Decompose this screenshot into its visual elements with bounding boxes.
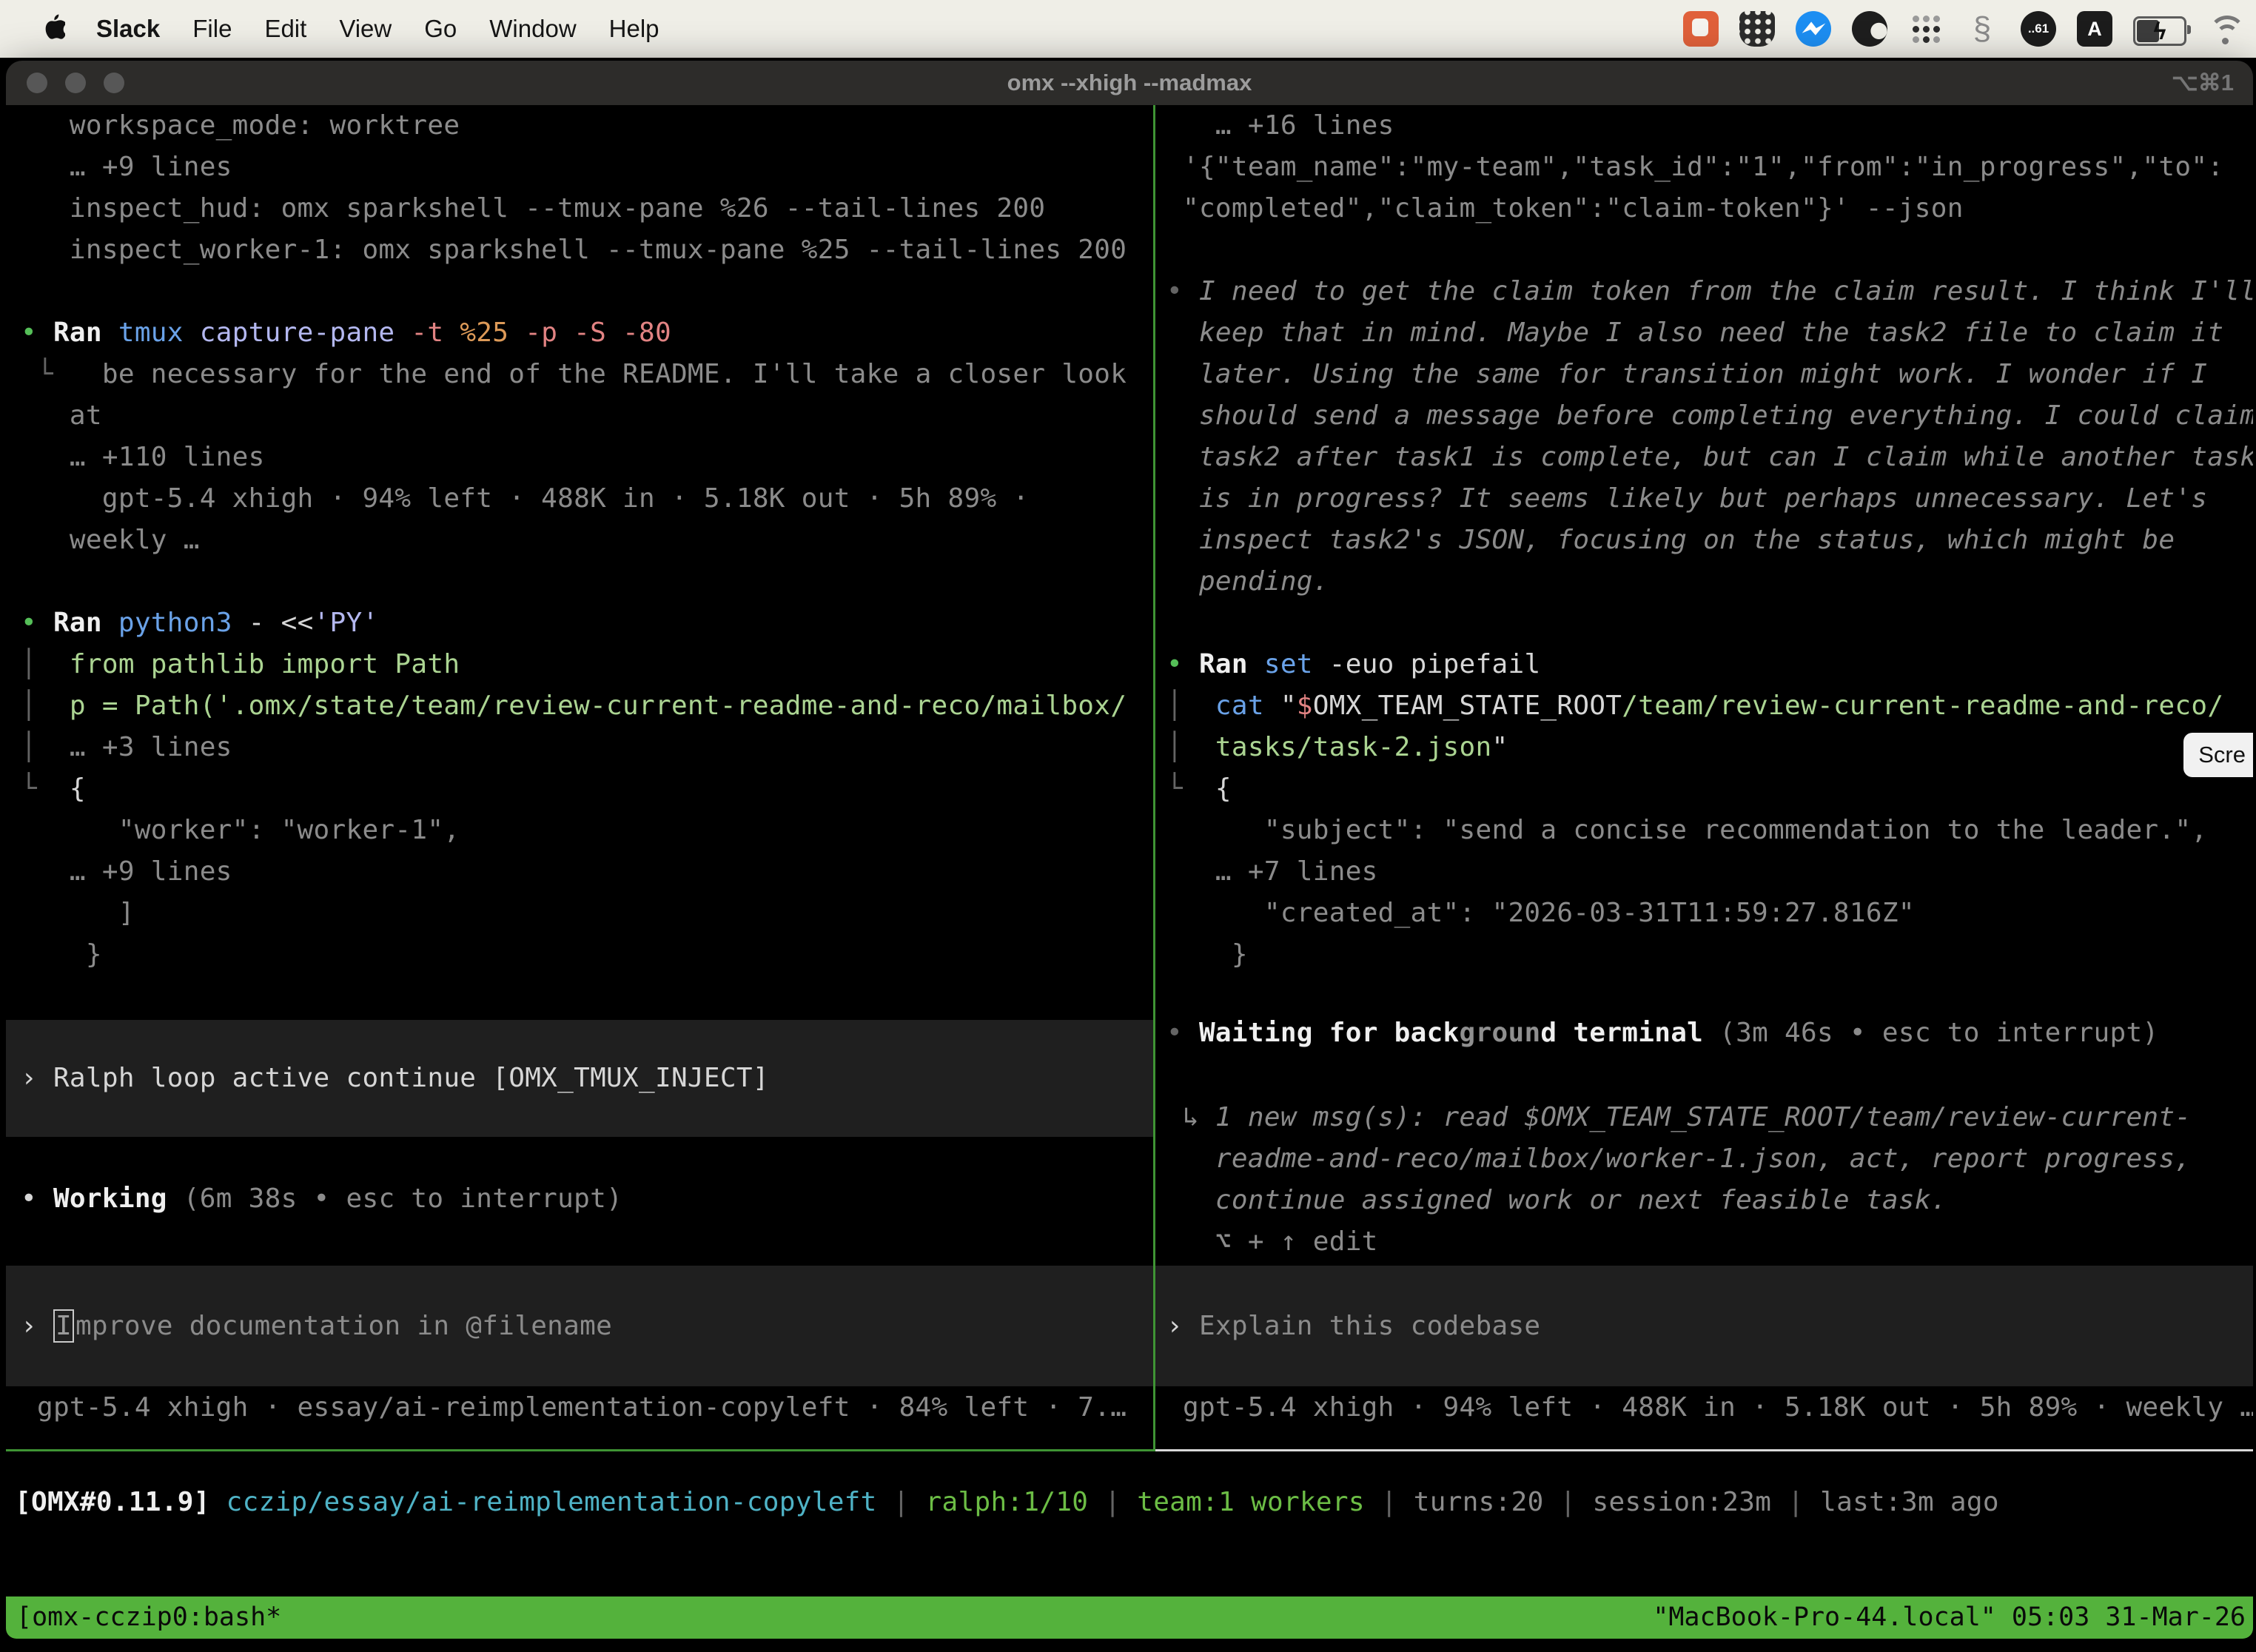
hud-session-status: gpt-5.4 xhigh · essay/ai-reimplementatio… [21, 1387, 1153, 1428]
hud-output: workspace_mode: worktree … +9 lines insp… [21, 105, 1153, 976]
pane-worker-1[interactable]: … +16 lines '{"team_name":"my-team","tas… [1155, 105, 2253, 1451]
waiting-status: • Waiting for background terminal (3m 46… [1166, 1013, 2253, 1054]
worker-output: … +16 lines '{"team_name":"my-team","tas… [1166, 105, 2253, 976]
dots-grid-icon[interactable] [1908, 11, 1944, 47]
ralph-loop-banner: › Ralph loop active continue [OMX_TMUX_I… [6, 1020, 1153, 1137]
contrast-icon[interactable] [1852, 11, 1887, 47]
window-shortcut: ⌥⌘1 [2172, 70, 2234, 96]
apple-icon[interactable] [40, 14, 65, 44]
worker-prompt-input[interactable]: › Explain this codebase [1155, 1266, 2253, 1386]
tmux-status-bar: [omx-cczip0:bash* "MacBook-Pro-44.local"… [6, 1596, 2253, 1639]
screen-tooltip: Scre [2183, 733, 2253, 777]
battery-charging-icon[interactable] [2133, 16, 2186, 46]
pane-hud[interactable]: workspace_mode: worktree … +9 lines insp… [6, 105, 1153, 1451]
screen: SlackFileEditViewGoWindowHelp ..61 A omx … [0, 0, 2256, 1652]
messenger-icon[interactable] [1796, 11, 1831, 47]
terminal-window: omx --xhigh --madmax ⌥⌘1 workspace_mode:… [6, 61, 2253, 1639]
mailbox-notice: ↳ 1 new msg(s): read $OMX_TEAM_STATE_ROO… [1166, 1097, 2253, 1263]
wifi-icon[interactable] [2207, 13, 2243, 48]
shortcuts-icon[interactable] [1964, 11, 2000, 47]
hud-prompt-input[interactable]: › Improve documentation in @filename [6, 1266, 1153, 1386]
working-status: • Working (6m 38s • esc to interrupt) [21, 1178, 1153, 1220]
window-title: omx --xhigh --madmax [6, 70, 2253, 96]
slack-notification-icon[interactable] [1683, 11, 1719, 47]
tmux-host-clock: "MacBook-Pro-44.local" 05:03 31-Mar-26 [1653, 1596, 2253, 1639]
menu-status-icons[interactable]: ..61 A [1662, 10, 2243, 48]
input-source-icon[interactable]: A [2077, 11, 2112, 47]
keypad-shield-icon[interactable] [1739, 11, 1775, 47]
window-titlebar[interactable]: omx --xhigh --madmax ⌥⌘1 [6, 61, 2253, 105]
menu-bar: SlackFileEditViewGoWindowHelp ..61 A [0, 0, 2256, 58]
badge-61-icon[interactable]: ..61 [2021, 11, 2056, 47]
menu-items[interactable]: SlackFileEditViewGoWindowHelp [71, 15, 659, 43]
omx-status-line: [OMX#0.11.9] cczip/essay/ai-reimplementa… [15, 1482, 1999, 1523]
worker-session-status: gpt-5.4 xhigh · 94% left · 488K in · 5.1… [1166, 1387, 2253, 1428]
tmux-session-name[interactable]: [omx-cczip0:bash* [6, 1596, 281, 1639]
